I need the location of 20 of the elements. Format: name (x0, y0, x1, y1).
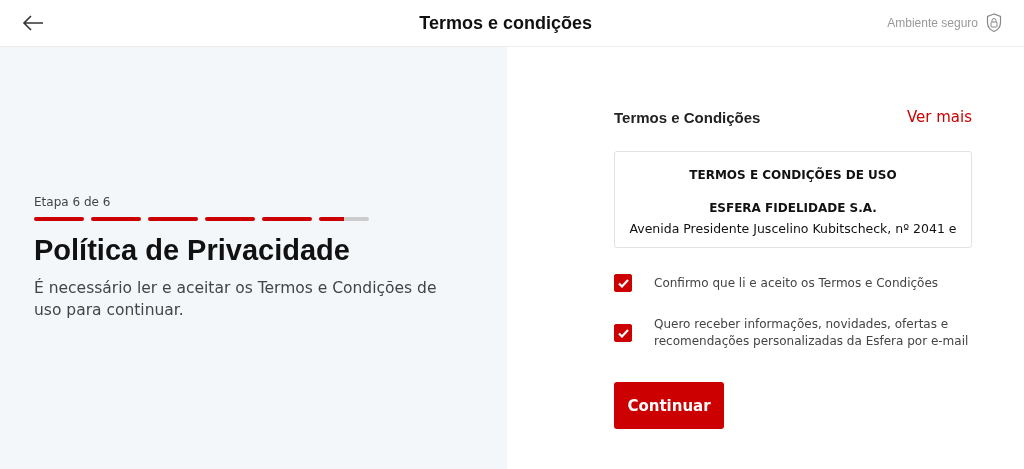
section-title: Política de Privacidade (34, 234, 351, 267)
company-name: ESFERA FIDELIDADE S.A. (709, 201, 877, 215)
step-label: Etapa 6 de 6 (34, 195, 112, 209)
checkmark-icon (617, 328, 629, 338)
checkbox[interactable] (614, 324, 632, 342)
intro-text: É necessário ler e aceitar os Termos e Condições de uso para continuar. (34, 277, 438, 321)
terms-heading: Termos e Condições (614, 108, 761, 126)
back-arrow-icon[interactable] (22, 15, 44, 31)
checkbox-label: Confirmo que li e aceito os Termos e Condições (654, 274, 939, 292)
document-title: TERMOS E CONDIÇÕES DE USO (689, 168, 897, 182)
secure-label: Ambiente seguro (887, 16, 978, 30)
checkbox-label: Quero receber informações, novidades, ofertas e recomendações personalizadas da Esfera por e-mail (654, 316, 970, 350)
shield-lock-icon (986, 13, 1002, 33)
continue-button[interactable]: Continuar (614, 382, 724, 429)
checkbox[interactable] (614, 274, 632, 292)
address-text: Avenida Presidente Juscelino Kubitscheck, nº 2041 e (629, 221, 957, 236)
page-title: Termos e condições (418, 12, 593, 34)
checkmark-icon (617, 278, 629, 288)
terms-document-box[interactable]: TERMOS E CONDIÇÕES DE USO ESFERA FIDELIDADE S.A. Avenida Presidente Juscelino Kubitscheck, nº 2041 e (614, 151, 972, 248)
see-more-link[interactable]: Ver mais (906, 108, 972, 126)
